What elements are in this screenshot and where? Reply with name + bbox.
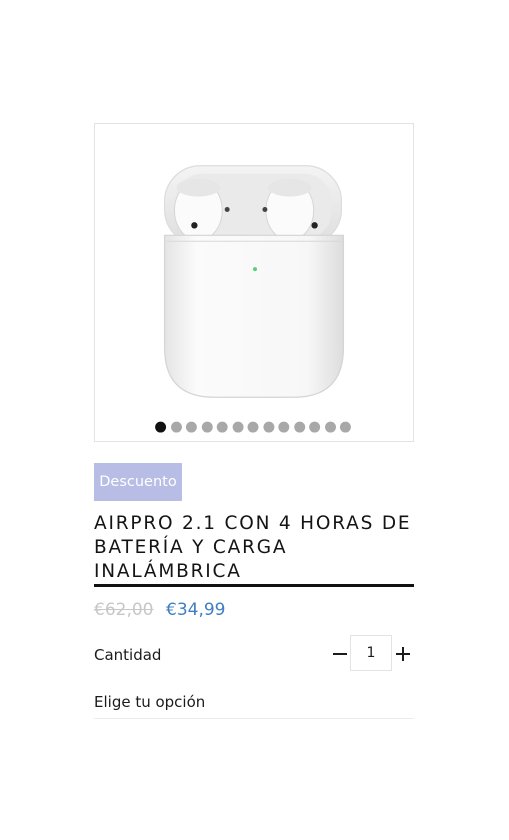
- slider-dot: [263, 421, 275, 433]
- slider-dot: [278, 421, 290, 433]
- slider-dot: [339, 421, 351, 433]
- slider-dot: [216, 421, 228, 433]
- quantity-input[interactable]: [350, 635, 392, 671]
- quantity-increase-button[interactable]: [394, 642, 412, 666]
- quantity-decrease-button[interactable]: [330, 642, 350, 666]
- slider-dot: [171, 421, 182, 433]
- slider-dot: [294, 421, 306, 433]
- sale-price: €34,99: [166, 600, 226, 620]
- discount-badge: Descuento: [94, 463, 182, 501]
- slider-dot: [232, 421, 244, 433]
- option-divider: [94, 718, 414, 719]
- slider-dot: [247, 421, 259, 433]
- product-gallery[interactable]: [94, 123, 414, 442]
- slider-dot: [325, 421, 336, 433]
- original-price: €62,00: [94, 600, 154, 620]
- slider-dot: [309, 421, 321, 433]
- quantity-label: Cantidad: [94, 646, 162, 664]
- option-label: Elige tu opción: [94, 693, 206, 711]
- slider-dot: [185, 421, 197, 433]
- product-title: AIRPRO 2.1 CON 4 HORAS DE BATERÍA Y CARG…: [94, 513, 412, 582]
- slider-dots: [155, 421, 351, 433]
- slider-dot: [155, 421, 167, 433]
- title-divider: [94, 584, 414, 587]
- product-image[interactable]: [95, 124, 413, 441]
- minus-icon: [333, 653, 347, 655]
- slider-dot: [201, 421, 213, 433]
